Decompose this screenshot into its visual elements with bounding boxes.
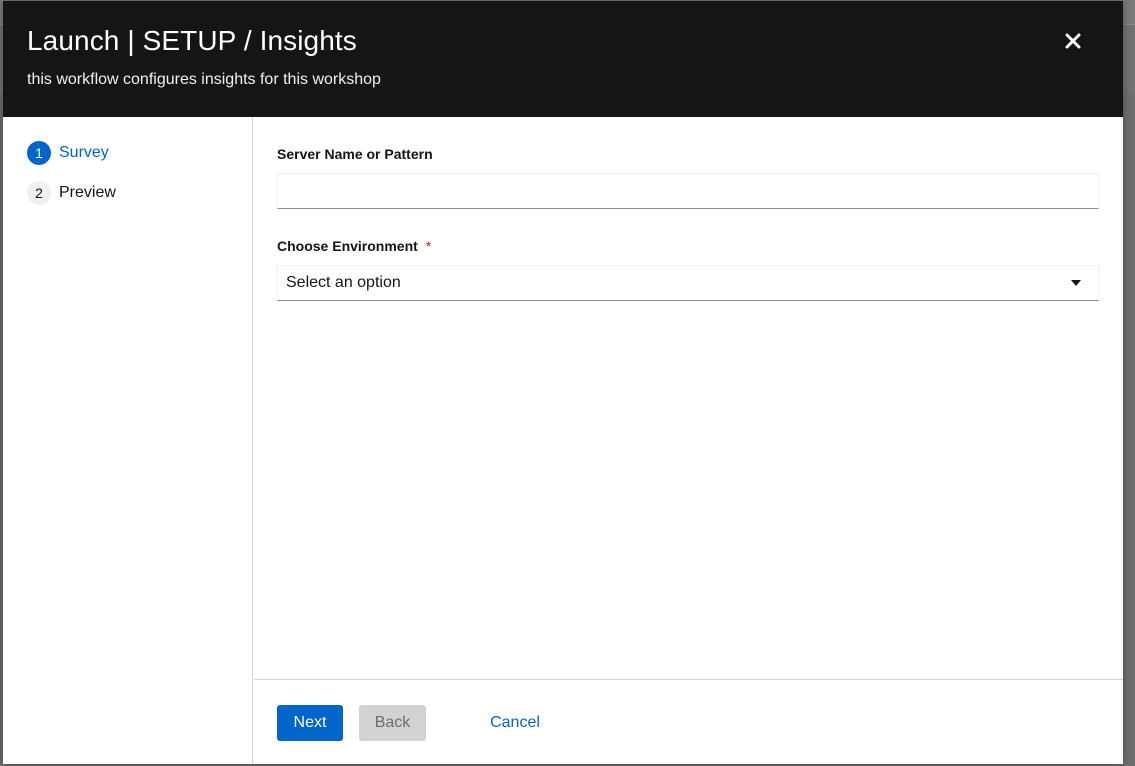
server-name-label: Server Name or Pattern — [277, 146, 433, 162]
wizard-step-preview[interactable]: 2 Preview — [27, 181, 116, 205]
caret-down-icon — [1071, 280, 1081, 286]
close-icon — [1065, 33, 1081, 49]
environment-select[interactable]: Select an option — [277, 265, 1099, 301]
next-button[interactable]: Next — [277, 705, 343, 741]
required-indicator: * — [425, 238, 432, 254]
wizard-nav: 1 Survey 2 Preview — [3, 117, 253, 764]
environment-label-text: Choose Environment — [277, 238, 418, 254]
backdrop-right — [1121, 94, 1135, 766]
server-name-input[interactable] — [277, 173, 1099, 209]
modal-description: this workflow configures insights for th… — [27, 71, 381, 88]
modal-header: Launch | SETUP / Insights this workflow … — [3, 1, 1123, 117]
back-button[interactable]: Back — [359, 705, 426, 741]
wizard-footer: Next Back Cancel — [254, 679, 1123, 764]
cancel-button[interactable]: Cancel — [476, 705, 554, 741]
wizard-step-survey[interactable]: 1 Survey — [27, 141, 109, 165]
modal-title: Launch | SETUP / Insights — [27, 25, 357, 56]
launch-modal: Launch | SETUP / Insights this workflow … — [3, 1, 1123, 764]
environment-select-value: Select an option — [286, 274, 401, 291]
step-label: Survey — [59, 144, 109, 161]
step-number: 1 — [27, 141, 51, 165]
server-name-label-text: Server Name or Pattern — [277, 146, 433, 162]
step-label: Preview — [59, 184, 116, 201]
close-button[interactable] — [1057, 25, 1089, 57]
survey-form: Server Name or Pattern Choose Environmen… — [254, 117, 1123, 679]
step-number: 2 — [27, 181, 51, 205]
environment-label: Choose Environment * — [277, 238, 431, 254]
